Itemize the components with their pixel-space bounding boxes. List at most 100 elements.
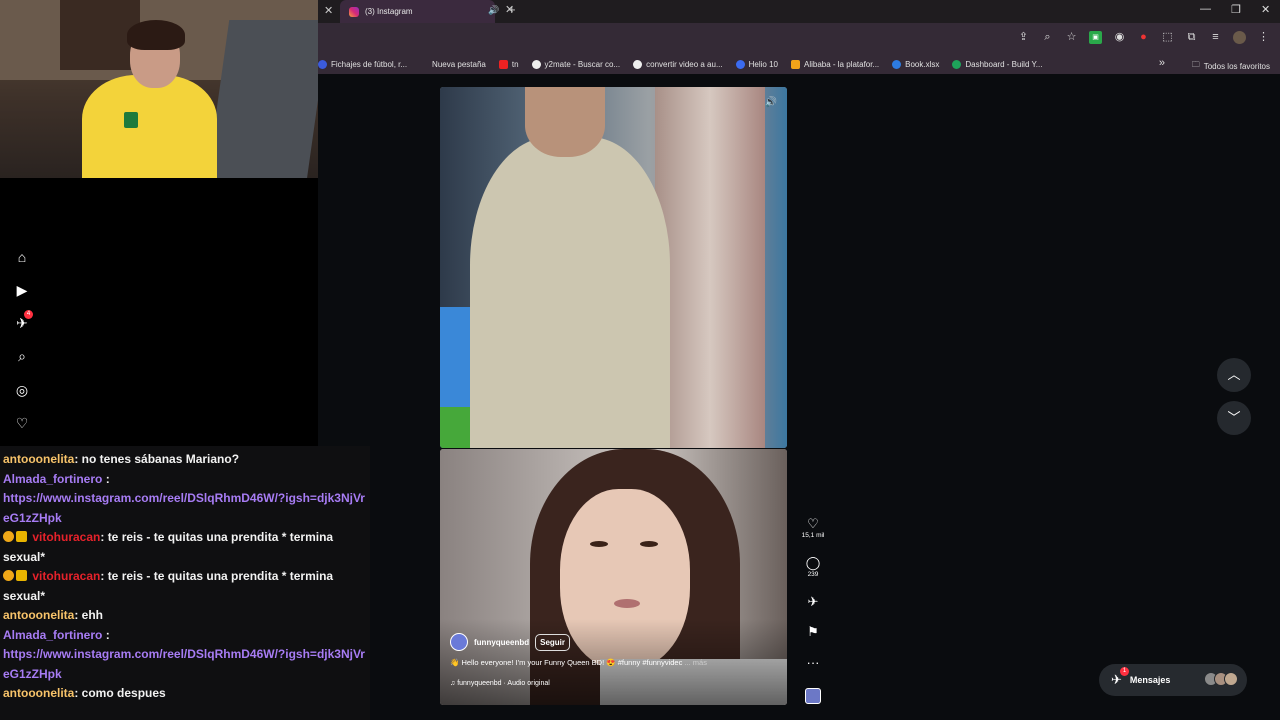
bookmark-favicon [952, 59, 962, 69]
heart-icon[interactable]: ♡ [13, 414, 31, 432]
caption-emoji-heart: 😍 [606, 658, 616, 667]
crown-icon [16, 531, 27, 542]
bookmark-item[interactable]: Dashboard - Build Y... [952, 59, 1042, 69]
save-button[interactable]: ⚑ [800, 624, 826, 640]
extension-green-icon[interactable]: ▣ [1089, 31, 1102, 44]
bookmark-favicon [892, 59, 902, 69]
webcam-overlay [0, 0, 318, 178]
explore-icon[interactable]: ◎ [13, 381, 31, 399]
badge-icon [3, 570, 14, 581]
reel-audio[interactable]: ♫ funnyqueenbd · Audio original [450, 680, 780, 687]
home-icon[interactable]: ⌂ [13, 248, 31, 266]
bookmark-favicon [633, 59, 643, 69]
reel-caption[interactable]: 👋 Hello everyone! I'm your Funny Queen B… [450, 658, 780, 667]
chat-message: vitohuracan: te reis - te quitas una pre… [3, 528, 367, 567]
bookmark-label: Alibaba - la platafor... [803, 59, 880, 69]
reel-account-row: funnyqueenbd Seguir [450, 633, 780, 651]
speaker-icon[interactable]: 🔊 [488, 5, 499, 16]
bookmark-item[interactable]: Helio 10 [735, 59, 778, 69]
media-controls-icon[interactable]: ≡ [1209, 31, 1222, 44]
reels-icon[interactable]: ▶ [13, 281, 31, 299]
direct-messages-icon[interactable]: ✈ 4 [13, 310, 33, 332]
bookmark-item[interactable]: Fichajes de fútbol, r... [318, 59, 407, 69]
bookmark-icon: ⚑ [807, 624, 819, 639]
browser-toolbar: ⇪ ⌕ ☆ ▣ ◉ ● ⬚ ⧉ ≡ ⋮ [318, 23, 1280, 54]
caption-text: Hello everyone! I'm your Funny Queen BD! [461, 658, 605, 667]
video-man-head [525, 87, 605, 157]
restore-icon[interactable]: ❐ [1231, 3, 1241, 16]
bookmark-item[interactable]: y2mate - Buscar co... [531, 59, 620, 69]
caption-more[interactable]: ... más [684, 658, 707, 667]
bookmark-favicon [318, 59, 327, 69]
folder-icon: 🗀 [1191, 60, 1200, 69]
tab-title: (3) Instagram [365, 7, 413, 16]
all-bookmarks-folder[interactable]: 🗀 Todos los favoritos [1192, 59, 1270, 73]
close-icon[interactable]: ✕ [324, 4, 333, 17]
reel-info: funnyqueenbd Seguir 👋 Hello everyone! I'… [450, 633, 780, 687]
chat-username[interactable]: vitohuracan [32, 530, 100, 544]
extensions-puzzle-icon[interactable]: ⧉ [1185, 31, 1198, 44]
profile-avatar[interactable] [1233, 31, 1246, 44]
video-man-shirt [470, 137, 670, 448]
avatar [1224, 672, 1238, 686]
bookmark-item[interactable]: Book.xlsx [892, 59, 939, 69]
account-avatar[interactable] [450, 633, 468, 651]
menu-kebab-icon[interactable]: ⋮ [1257, 31, 1270, 44]
instagram-icon [349, 6, 359, 17]
chat-username[interactable]: antooonelita [3, 686, 74, 700]
previous-reel-button[interactable]: ︿ [1217, 358, 1251, 392]
chat-link[interactable]: https://www.instagram.com/reel/DSlqRhmD4… [3, 491, 365, 525]
bookmark-item[interactable]: tn [498, 59, 519, 69]
reel-video-previous[interactable]: 🔊 [440, 87, 787, 448]
sound-icon[interactable]: 🔊 [765, 97, 777, 108]
messages-button[interactable]: ✈ 1 Mensajes [1099, 664, 1247, 696]
chat-link[interactable]: https://www.instagram.com/reel/DSlqRhmD4… [3, 647, 365, 681]
chat-message: Almada_fortinero : https://www.instagram… [3, 626, 367, 685]
comment-button[interactable]: ◯ 239 [800, 555, 826, 578]
more-options-button[interactable]: ··· [800, 655, 826, 671]
chat-text: : [105, 471, 110, 486]
star-icon[interactable]: ☆ [1065, 31, 1078, 44]
share-button[interactable]: ✈ [800, 594, 826, 610]
follow-button[interactable]: Seguir [535, 633, 571, 651]
reel-video-current[interactable]: funnyqueenbd Seguir 👋 Hello everyone! I'… [440, 449, 787, 705]
extension-gray-icon[interactable]: ◉ [1113, 31, 1126, 44]
zoom-icon[interactable]: ⌕ [1041, 31, 1054, 44]
stream-chat: antooonelita: no tenes sábanas Mariano? … [0, 446, 370, 720]
chat-username[interactable]: Almada_fortinero [3, 472, 102, 486]
chat-username[interactable]: antooonelita [3, 452, 74, 466]
bookmark-favicon [735, 59, 745, 69]
toolbar-icons: ⇪ ⌕ ☆ ▣ ◉ ● ⬚ ⧉ ≡ ⋮ [1017, 31, 1270, 44]
like-button[interactable]: ♡ 15,1 mil [800, 516, 826, 539]
likes-count: 15,1 mil [801, 532, 825, 539]
next-reel-button[interactable]: ﹀ [1217, 401, 1251, 435]
search-icon[interactable]: ⌕ [13, 347, 31, 365]
crown-icon [16, 570, 27, 581]
bookmark-item[interactable]: convertir video a au... [633, 59, 723, 69]
extension-blue-icon[interactable]: ⬚ [1161, 31, 1174, 44]
bookmark-item[interactable]: Alibaba - la platafor... [790, 59, 880, 69]
new-tab-icon[interactable]: + [508, 2, 516, 17]
bookmark-label: convertir video a au... [646, 59, 723, 69]
all-bookmarks-label: Todos los favoritos [1203, 61, 1270, 71]
chat-username[interactable]: Almada_fortinero [3, 628, 102, 642]
browser-tab-instagram[interactable]: (3) Instagram 🔊 ✕ [340, 0, 514, 23]
audio-thumbnail[interactable] [805, 688, 821, 704]
install-app-icon[interactable]: ⇪ [1017, 31, 1030, 44]
badge-icon [3, 531, 14, 542]
bookmark-item[interactable]: Nueva pestaña [432, 60, 486, 69]
chat-username[interactable]: vitohuracan [32, 569, 100, 583]
minimize-icon[interactable]: — [1200, 3, 1211, 15]
audio-label: funnyqueenbd · Audio original [457, 680, 550, 687]
chat-message: antooonelita: no tenes sábanas Mariano? [3, 450, 367, 470]
send-icon: ✈ [807, 594, 819, 609]
webcam-person-hair [127, 20, 185, 50]
chevron-right-icon[interactable]: » [1159, 57, 1165, 69]
chat-username[interactable]: antooonelita [3, 608, 74, 622]
account-name[interactable]: funnyqueenbd [474, 638, 529, 647]
window-close-icon[interactable]: ✕ [1261, 3, 1270, 16]
chevron-up-icon: ︿ [1227, 367, 1241, 382]
chat-message: antooonelita: ehh [3, 606, 367, 626]
extension-red-icon[interactable]: ● [1137, 31, 1150, 44]
comment-icon: ◯ [805, 555, 821, 570]
